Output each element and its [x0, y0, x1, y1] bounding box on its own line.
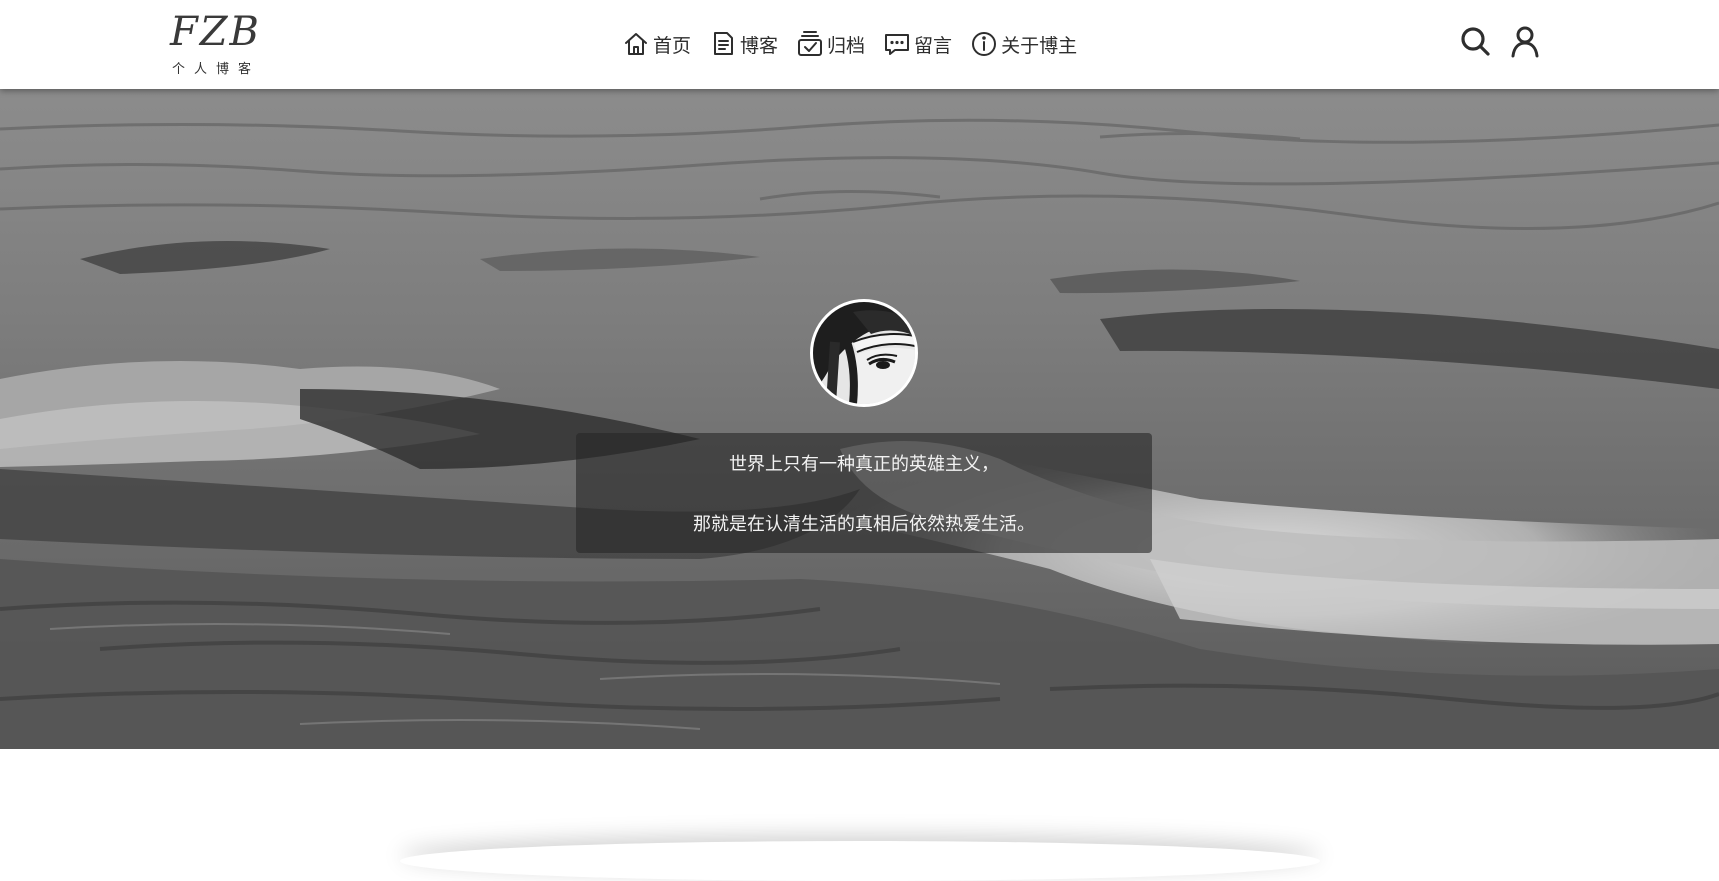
- logo-mark: FZB: [170, 9, 261, 55]
- nav-label-messages: 留言: [914, 34, 953, 57]
- logo-subtitle: 个人博客: [172, 62, 261, 77]
- content-area: [0, 749, 1719, 881]
- nav-label-home: 首页: [653, 34, 692, 57]
- main-nav: 首页 博客 归档 留言 关于博主: [622, 26, 1077, 62]
- home-icon: [625, 33, 647, 55]
- header-actions: [1458, 24, 1542, 58]
- user-icon: [1511, 26, 1539, 58]
- author-avatar[interactable]: [810, 299, 918, 407]
- hero-banner: 世界上只有一种真正的英雄主义， 那就是在认清生活的真相后依然热爱生活。: [0, 89, 1719, 749]
- nav-item-messages[interactable]: 留言: [883, 30, 952, 58]
- document-icon: [714, 32, 734, 55]
- content-card-edge: [400, 841, 1320, 881]
- motto-box: 世界上只有一种真正的英雄主义， 那就是在认清生活的真相后依然热爱生活。: [576, 433, 1152, 553]
- nav-item-blog[interactable]: 博客: [709, 30, 778, 58]
- hero-background-image: [0, 89, 1719, 749]
- nav-item-about[interactable]: 关于博主: [970, 30, 1077, 58]
- nav-label-archive: 归档: [827, 34, 866, 57]
- nav-label-blog: 博客: [740, 34, 779, 57]
- message-icon: [885, 34, 910, 55]
- avatar-image: [813, 302, 915, 404]
- motto-line-2: 那就是在认清生活的真相后依然热爱生活。: [693, 514, 1035, 535]
- nav-item-home[interactable]: 首页: [622, 30, 691, 58]
- motto-line-1: 世界上只有一种真正的英雄主义，: [729, 454, 999, 475]
- info-icon: [972, 32, 997, 56]
- search-icon: [1461, 27, 1490, 56]
- user-button[interactable]: [1508, 24, 1542, 58]
- search-button[interactable]: [1458, 24, 1492, 58]
- archive-icon: [798, 31, 823, 56]
- nav-item-archive[interactable]: 归档: [796, 30, 865, 58]
- site-logo[interactable]: FZB 个人博客: [170, 8, 270, 82]
- nav-label-about: 关于博主: [1001, 34, 1078, 57]
- site-header: FZB 个人博客 首页 博客 归档 留言 关于博主: [0, 0, 1719, 89]
